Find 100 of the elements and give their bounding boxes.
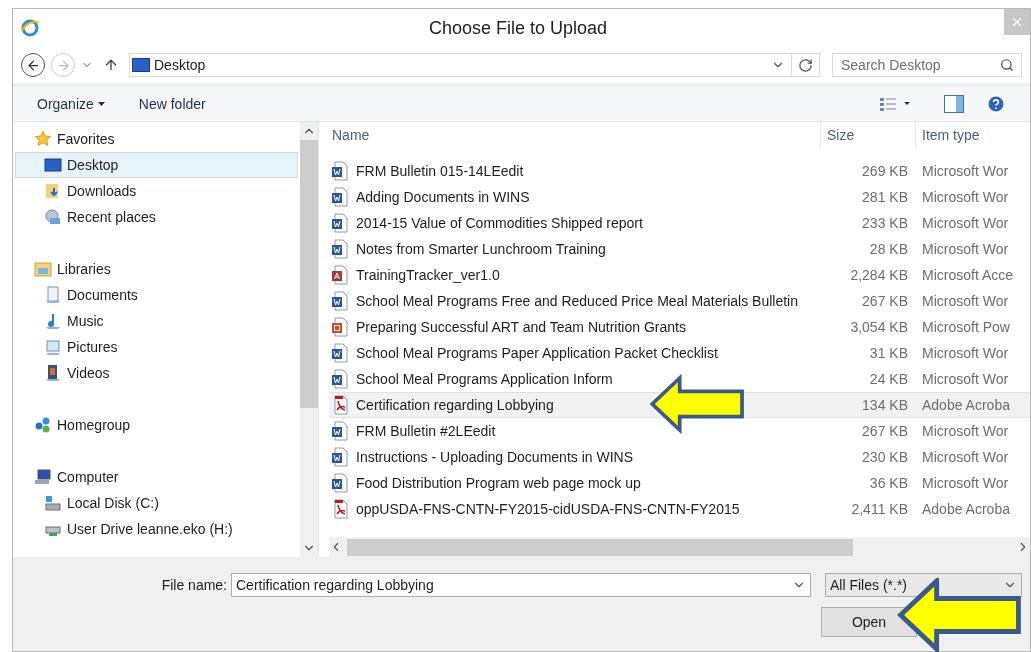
back-arrow-icon <box>25 57 41 73</box>
file-row[interactable]: 2014-15 Value of Commodities Shipped report 233 KB Microsoft Wor <box>329 210 1030 236</box>
nav-item[interactable]: Music <box>15 308 298 334</box>
file-type: Adobe Acroba <box>922 499 1010 519</box>
file-row[interactable]: Notes from Smarter Lunchroom Training 28 KB Microsoft Wor <box>329 236 1030 262</box>
picture-frame-icon <box>44 338 62 356</box>
nav-item[interactable]: Computer <box>15 464 298 490</box>
file-row[interactable]: School Meal Programs Free and Reduced Price Meal Materials Bulletin 267 KB Microsoft Wor <box>329 288 1030 314</box>
open-button[interactable]: Open <box>821 607 917 637</box>
file-row[interactable]: TrainingTracker_ver1.0 2,284 KB Microsoft Acce <box>329 262 1030 288</box>
word-document-icon <box>331 161 349 181</box>
word-document-icon <box>331 473 349 493</box>
file-name: 2014-15 Value of Commodities Shipped report <box>356 213 643 233</box>
browser-logo-icon <box>20 18 40 38</box>
file-row[interactable]: FRM Bulletin 015-14LEedit 269 KB Microsoft Wor <box>329 158 1030 184</box>
scrollbar[interactable] <box>300 122 318 557</box>
column-header[interactable]: Item type <box>916 122 1030 148</box>
view-options-icon[interactable] <box>880 97 910 111</box>
file-name: FRM Bulletin #2LEedit <box>356 421 496 441</box>
word-document-icon <box>331 187 349 207</box>
file-row[interactable]: Food Distribution Program web page mock up 36 KB Microsoft Wor <box>329 470 1030 496</box>
file-name: Food Distribution Program web page mock up <box>356 473 641 493</box>
file-size: 2,411 KB <box>850 499 908 519</box>
access-database-icon <box>331 265 349 285</box>
address-bar[interactable]: Desktop <box>129 53 820 77</box>
word-document-icon <box>331 369 349 389</box>
file-size: 24 KB <box>868 369 908 389</box>
document-icon <box>44 286 62 304</box>
file-name: Preparing Successful ART and Team Nutrition Grants <box>356 317 686 337</box>
nav-item[interactable]: User Drive leanne.eko (H:) <box>15 516 298 542</box>
nav-item[interactable]: Favorites <box>15 126 298 152</box>
recent-places-icon <box>44 208 62 226</box>
up-icon[interactable] <box>103 57 119 73</box>
word-document-icon <box>331 447 349 467</box>
organize-menu[interactable]: Organize <box>37 93 105 115</box>
column-header[interactable]: Size <box>821 122 916 148</box>
file-row[interactable]: Preparing Successful ART and Team Nutrition Grants 3,054 KB Microsoft Pow <box>329 314 1030 340</box>
word-document-icon <box>331 213 349 233</box>
nav-item[interactable]: Libraries <box>15 256 298 282</box>
file-name: Notes from Smarter Lunchroom Training <box>356 239 606 259</box>
file-row[interactable]: School Meal Programs Application Inform 24 KB Microsoft Wor <box>329 366 1030 392</box>
file-size: 3,054 KB <box>849 317 908 337</box>
new-folder-button[interactable]: New folder <box>138 93 206 115</box>
file-name: oppUSDA-FNS-CNTN-FY2015-cidUSDA-FNS-CNTN-FY2015 <box>356 499 740 519</box>
address-text: Desktop <box>154 55 207 75</box>
word-document-icon <box>331 291 349 311</box>
file-row[interactable]: Adding Documents in WINS 281 KB Microsoft Wor <box>329 184 1030 210</box>
word-document-icon <box>331 343 349 363</box>
homegroup-icon <box>34 416 52 434</box>
forward-arrow-icon <box>55 57 71 73</box>
file-size: 281 KB <box>861 187 908 207</box>
file-type-dropdown[interactable]: All Files (*.*) <box>825 573 1022 597</box>
file-size: 233 KB <box>861 213 908 233</box>
file-name: TrainingTracker_ver1.0 <box>356 265 500 285</box>
column-header[interactable]: Name <box>329 122 821 148</box>
horizontal-scrollbar[interactable] <box>329 537 1030 557</box>
file-name-field[interactable]: Certification regarding Lobbying <box>231 573 811 597</box>
star-icon <box>34 130 52 148</box>
nav-item[interactable]: Local Disk (C:) <box>15 490 298 516</box>
file-size: 134 KB <box>861 395 908 415</box>
file-type: Microsoft Pow <box>922 317 1010 337</box>
nav-item[interactable]: Videos <box>15 360 298 386</box>
file-size: 28 KB <box>868 239 908 259</box>
window-title: Choose File to Upload <box>427 16 609 40</box>
preview-pane-icon[interactable] <box>944 95 964 113</box>
pdf-file-icon <box>331 395 349 415</box>
hard-drive-icon <box>44 494 62 512</box>
nav-item[interactable]: Pictures <box>15 334 298 360</box>
library-folder-icon <box>34 260 52 278</box>
file-row[interactable]: School Meal Programs Paper Application Packet Checklist 31 KB Microsoft Wor <box>329 340 1030 366</box>
refresh-icon[interactable] <box>798 57 813 73</box>
nav-item[interactable]: Documents <box>15 282 298 308</box>
file-type: Microsoft Wor <box>922 343 1009 363</box>
nav-item[interactable]: Recent places <box>15 204 298 230</box>
file-type: Microsoft Wor <box>922 473 1009 493</box>
scrollbar-thumb[interactable] <box>300 140 318 408</box>
nav-item[interactable]: Downloads <box>15 178 298 204</box>
file-row[interactable]: FRM Bulletin #2LEedit 267 KB Microsoft Wor <box>329 418 1030 444</box>
file-type: Microsoft Wor <box>922 187 1009 207</box>
search-field[interactable]: Search Desktop <box>832 53 1022 77</box>
scrollbar-thumb[interactable] <box>347 538 853 556</box>
nav-item[interactable]: Desktop <box>15 152 298 178</box>
file-name-label: File name: <box>160 575 227 595</box>
file-size: 2,284 KB <box>849 265 908 285</box>
monitor-icon <box>44 156 62 174</box>
file-type: Microsoft Wor <box>922 213 1009 233</box>
nav-item[interactable]: Homegroup <box>15 412 298 438</box>
file-type: Microsoft Wor <box>922 291 1009 311</box>
file-name: School Meal Programs Paper Application Packet Checklist <box>356 343 718 363</box>
dropdown-caret-icon <box>97 102 105 106</box>
file-name: Adding Documents in WINS <box>356 187 530 207</box>
help-icon[interactable] <box>986 94 1006 114</box>
file-size: 267 KB <box>861 291 908 311</box>
file-row[interactable]: oppUSDA-FNS-CNTN-FY2015-cidUSDA-FNS-CNTN-FY2015 2,411 KB Adobe Acroba <box>329 496 1030 522</box>
file-type: Microsoft Wor <box>922 369 1009 389</box>
file-type: Microsoft Wor <box>922 421 1009 441</box>
file-name: Certification regarding Lobbying <box>356 395 554 415</box>
file-size: 230 KB <box>861 447 908 467</box>
file-row[interactable]: Instructions - Uploading Documents in WINS 230 KB Microsoft Wor <box>329 444 1030 470</box>
pdf-file-icon <box>331 499 349 519</box>
